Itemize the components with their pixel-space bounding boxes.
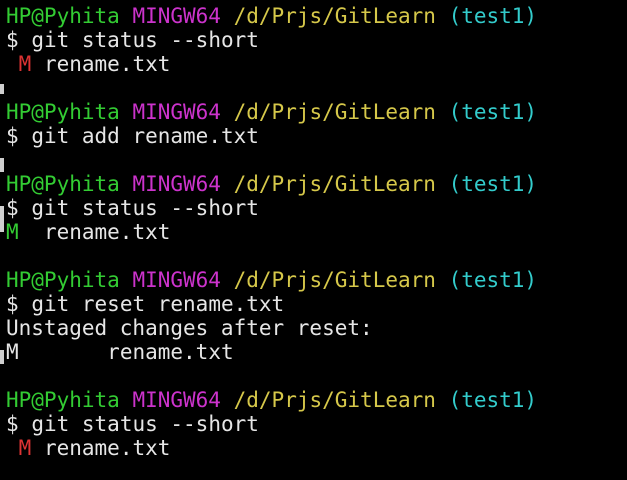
prompt-path: /d/Prjs/GitLearn (233, 100, 436, 124)
output-text-line: Unstaged changes after reset: (6, 316, 373, 340)
status-code: M (6, 340, 19, 364)
prompt-system: MINGW64 (132, 388, 221, 412)
status-filename: rename.txt (43, 52, 171, 76)
command-text: git add rename.txt (31, 124, 259, 148)
prompt-line: HP@Pyhita MINGW64 /d/Prjs/GitLearn (test… (6, 172, 537, 196)
prompt-system: MINGW64 (132, 268, 221, 292)
status-filename: rename.txt (43, 436, 171, 460)
command-text: git status --short (31, 196, 259, 220)
prompt-symbol: $ (6, 412, 19, 436)
status-code: M (18, 52, 32, 76)
prompt-user-host: HP@Pyhita (6, 268, 120, 292)
prompt-symbol: $ (6, 292, 19, 316)
status-filename: rename.txt (107, 340, 234, 364)
prompt-user-host: HP@Pyhita (6, 4, 120, 28)
prompt-system: MINGW64 (132, 4, 221, 28)
command-line: $ git add rename.txt (6, 124, 259, 148)
status-line: M rename.txt (6, 220, 170, 244)
prompt-user-host: HP@Pyhita (6, 388, 120, 412)
command-text: git status --short (31, 412, 259, 436)
left-edge-artifact (0, 350, 4, 364)
status-line: M rename.txt (6, 340, 234, 364)
command-text: git status --short (31, 28, 259, 52)
prompt-line: HP@Pyhita MINGW64 /d/Prjs/GitLearn (test… (6, 100, 537, 124)
prompt-branch: (test1) (448, 172, 538, 196)
prompt-branch: (test1) (448, 4, 538, 28)
command-line: $ git status --short (6, 28, 259, 52)
prompt-branch: (test1) (448, 388, 538, 412)
command-text: git reset rename.txt (31, 292, 285, 316)
status-code: M (6, 220, 19, 244)
prompt-path: /d/Prjs/GitLearn (233, 4, 436, 28)
prompt-line: HP@Pyhita MINGW64 /d/Prjs/GitLearn (test… (6, 4, 537, 28)
prompt-branch: (test1) (448, 100, 538, 124)
prompt-symbol: $ (6, 196, 19, 220)
prompt-path: /d/Prjs/GitLearn (233, 268, 436, 292)
status-code: M (18, 436, 32, 460)
prompt-system: MINGW64 (132, 100, 221, 124)
left-edge-artifact (0, 84, 4, 94)
status-line: M rename.txt (6, 436, 171, 460)
prompt-line: HP@Pyhita MINGW64 /d/Prjs/GitLearn (test… (6, 268, 537, 292)
prompt-user-host: HP@Pyhita (6, 172, 120, 196)
prompt-branch: (test1) (448, 268, 538, 292)
status-filename: rename.txt (43, 220, 171, 244)
left-edge-artifact (0, 206, 4, 232)
prompt-line: HP@Pyhita MINGW64 /d/Prjs/GitLearn (test… (6, 388, 537, 412)
command-line: $ git reset rename.txt (6, 292, 284, 316)
command-line: $ git status --short (6, 412, 259, 436)
left-edge-artifact (0, 158, 4, 172)
prompt-path: /d/Prjs/GitLearn (233, 388, 436, 412)
prompt-user-host: HP@Pyhita (6, 100, 120, 124)
prompt-path: /d/Prjs/GitLearn (233, 172, 436, 196)
command-line: $ git status --short (6, 196, 259, 220)
prompt-symbol: $ (6, 28, 19, 52)
terminal-window[interactable]: HP@Pyhita MINGW64 /d/Prjs/GitLearn (test… (0, 0, 627, 480)
output-text: Unstaged changes after reset: (6, 316, 373, 340)
status-line: M rename.txt (6, 52, 171, 76)
prompt-symbol: $ (6, 124, 19, 148)
prompt-system: MINGW64 (132, 172, 221, 196)
